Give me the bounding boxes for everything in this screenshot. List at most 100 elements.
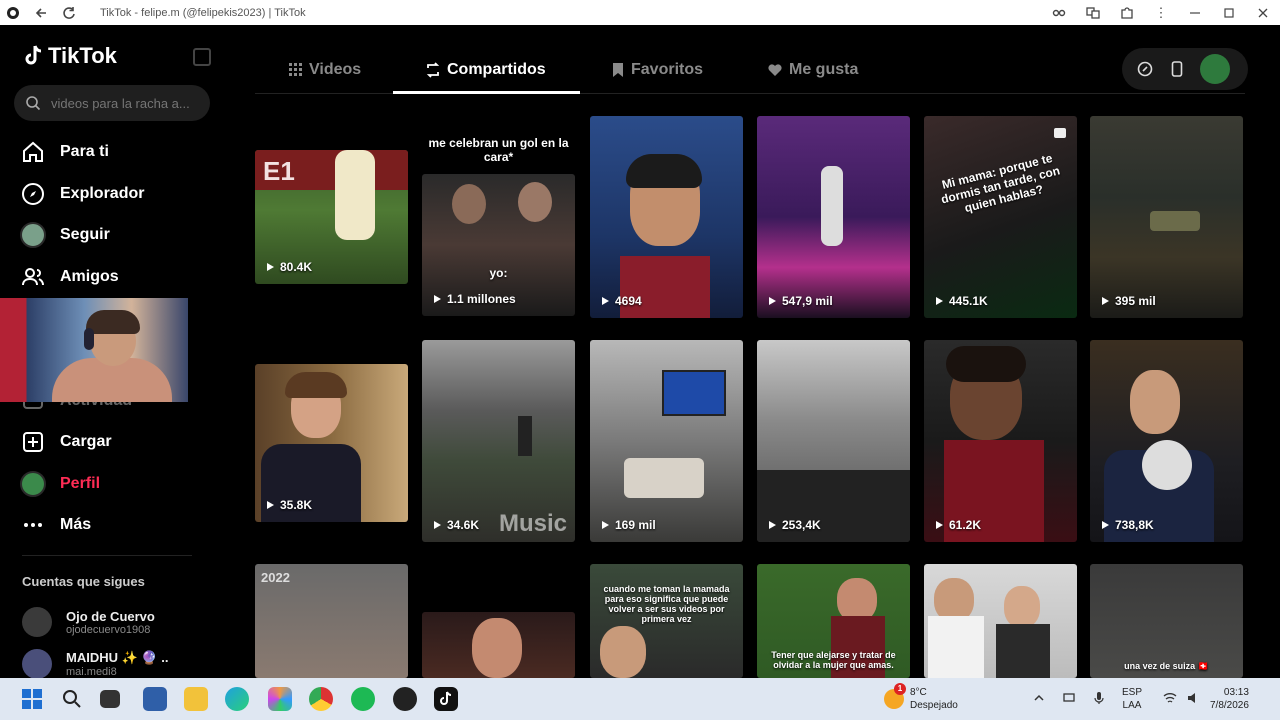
- notification-badge: 1: [894, 683, 906, 695]
- play-icon: [936, 297, 943, 305]
- following-section-title: Cuentas que sigues: [22, 574, 145, 589]
- video-caption: Tener que alejarse y tratar de olvidar a…: [771, 650, 896, 670]
- tiktok-app-icon[interactable]: [434, 687, 458, 711]
- play-icon: [1102, 521, 1109, 529]
- weather-sun-icon: 1: [884, 683, 906, 709]
- task-view-icon[interactable]: [100, 690, 120, 708]
- tiktok-note-icon: [25, 45, 42, 65]
- edge-icon[interactable]: [225, 687, 249, 711]
- tab-me-gusta[interactable]: Me gusta: [767, 61, 858, 79]
- play-icon: [602, 297, 609, 305]
- more-icon: [20, 512, 46, 538]
- close-icon[interactable]: [1256, 6, 1270, 20]
- nav-item-perfil[interactable]: Perfil: [20, 471, 100, 497]
- wifi-icon[interactable]: [1163, 691, 1177, 705]
- phone-icon[interactable]: [1168, 60, 1186, 78]
- tiktok-logo[interactable]: TikTok: [22, 43, 117, 69]
- nav-item-amigos[interactable]: Amigos: [20, 264, 119, 290]
- view-count-label: 547,9 mil: [782, 294, 833, 308]
- avatar: [22, 649, 52, 679]
- avatar[interactable]: [1200, 54, 1230, 84]
- video-card[interactable]: 169 mil: [590, 340, 743, 542]
- chevron-up-icon[interactable]: [1032, 691, 1046, 705]
- play-icon: [434, 295, 441, 303]
- view-count: 61.2K: [936, 518, 981, 532]
- play-icon: [267, 501, 274, 509]
- spotify-icon[interactable]: [351, 687, 375, 711]
- view-count-label: 4694: [615, 294, 642, 308]
- copilot-icon[interactable]: [268, 687, 292, 711]
- taskbar-search-icon[interactable]: [60, 687, 84, 711]
- video-overlay-text: yo:: [489, 266, 508, 280]
- sidebar-divider: [22, 555, 192, 556]
- following-account[interactable]: Ojo de Cuervo ojodecuervo1908: [22, 607, 155, 637]
- search-input[interactable]: [49, 94, 203, 112]
- video-card[interactable]: una vez de suiza 🇨🇭: [1090, 564, 1243, 678]
- account-username: mai.medi8: [66, 666, 117, 678]
- video-grid: E1 80.4K yo: 1.1 millones me celebran un…: [255, 116, 1245, 678]
- system-clock[interactable]: 03:13 7/8/2026: [1210, 686, 1249, 712]
- webcam-overlay: [0, 298, 188, 402]
- play-icon: [936, 521, 943, 529]
- video-card[interactable]: [924, 564, 1077, 678]
- volume-icon[interactable]: [1186, 691, 1200, 705]
- nav-item-seguir[interactable]: Seguir: [20, 222, 110, 248]
- nav-item-mas[interactable]: Más: [20, 512, 91, 538]
- language-indicator[interactable]: ESP LAA: [1122, 686, 1142, 712]
- video-card[interactable]: E1 80.4K: [255, 150, 408, 284]
- file-explorer-icon[interactable]: [184, 687, 208, 711]
- heart-icon: [768, 64, 782, 76]
- microphone-icon[interactable]: [1092, 691, 1106, 705]
- chrome-icon[interactable]: [309, 687, 333, 711]
- nav-item-explorador[interactable]: Explorador: [20, 181, 144, 207]
- tab-videos[interactable]: Videos: [289, 61, 361, 79]
- sidebar: TikTok Para ti Explorador Seguir: [0, 25, 228, 679]
- obs-icon[interactable]: [393, 687, 417, 711]
- nav-item-cargar[interactable]: Cargar: [20, 429, 112, 455]
- video-card[interactable]: 738,8K: [1090, 340, 1243, 542]
- video-card[interactable]: 35.8K: [255, 364, 408, 522]
- store-icon[interactable]: [143, 687, 167, 711]
- video-card[interactable]: cuando me toman la mamada para eso signi…: [590, 564, 743, 678]
- collapse-sidebar-icon[interactable]: [193, 48, 211, 66]
- video-card[interactable]: yo: 1.1 millones: [422, 174, 575, 316]
- coins-icon[interactable]: [1136, 60, 1154, 78]
- upload-icon: [20, 429, 46, 455]
- network-icon[interactable]: [1062, 691, 1076, 705]
- friends-icon: [20, 264, 46, 290]
- tab-compartidos[interactable]: Compartidos: [425, 61, 546, 79]
- nav-label: Cargar: [60, 433, 112, 450]
- video-card[interactable]: 253,4K: [757, 340, 910, 542]
- view-count-label: 61.2K: [949, 518, 982, 532]
- back-arrow-icon[interactable]: [34, 6, 48, 20]
- view-count-label: 1.1 millones: [447, 292, 516, 306]
- tab-favoritos[interactable]: Favoritos: [611, 61, 703, 79]
- nav-label: Amigos: [60, 268, 119, 285]
- nav-label: Para ti: [60, 143, 109, 160]
- browser-titlebar: TikTok - felipe.m (@felipekis2023) | Tik…: [0, 0, 1280, 25]
- video-card[interactable]: 61.2K: [924, 340, 1077, 542]
- view-count: 395 mil: [1102, 294, 1156, 308]
- minimize-icon[interactable]: [1188, 6, 1202, 20]
- video-card[interactable]: Mi mama: porque te dormis tan tarde, con…: [924, 116, 1077, 318]
- puzzle-icon[interactable]: [1120, 6, 1134, 20]
- video-card[interactable]: Tener que alejarse y tratar de olvidar a…: [757, 564, 910, 678]
- restore-icon[interactable]: [1222, 6, 1236, 20]
- video-card[interactable]: 2022: [255, 564, 408, 678]
- video-card[interactable]: 547,9 mil: [757, 116, 910, 318]
- video-card[interactable]: [422, 612, 575, 678]
- video-card[interactable]: Music 34.6K: [422, 340, 575, 542]
- extension-icon[interactable]: [1052, 6, 1066, 20]
- reload-icon[interactable]: [62, 6, 76, 20]
- video-card[interactable]: 395 mil: [1090, 116, 1243, 318]
- weather-widget[interactable]: 1 8°C Despejado: [884, 683, 958, 712]
- search-bar[interactable]: [14, 85, 210, 121]
- profile-tabs: Videos Compartidos Favoritos Me gusta: [255, 47, 1255, 95]
- nav-item-para-ti[interactable]: Para ti: [20, 139, 109, 165]
- following-account[interactable]: MAIDHU ✨ 🔮 .. mai.medi8: [22, 649, 168, 679]
- video-card[interactable]: 4694: [590, 116, 743, 318]
- windows-start-icon[interactable]: [20, 687, 44, 711]
- view-count-label: 445.1K: [949, 294, 988, 308]
- translate-icon[interactable]: [1086, 6, 1100, 20]
- menu-dots-icon[interactable]: ⋮: [1154, 5, 1168, 20]
